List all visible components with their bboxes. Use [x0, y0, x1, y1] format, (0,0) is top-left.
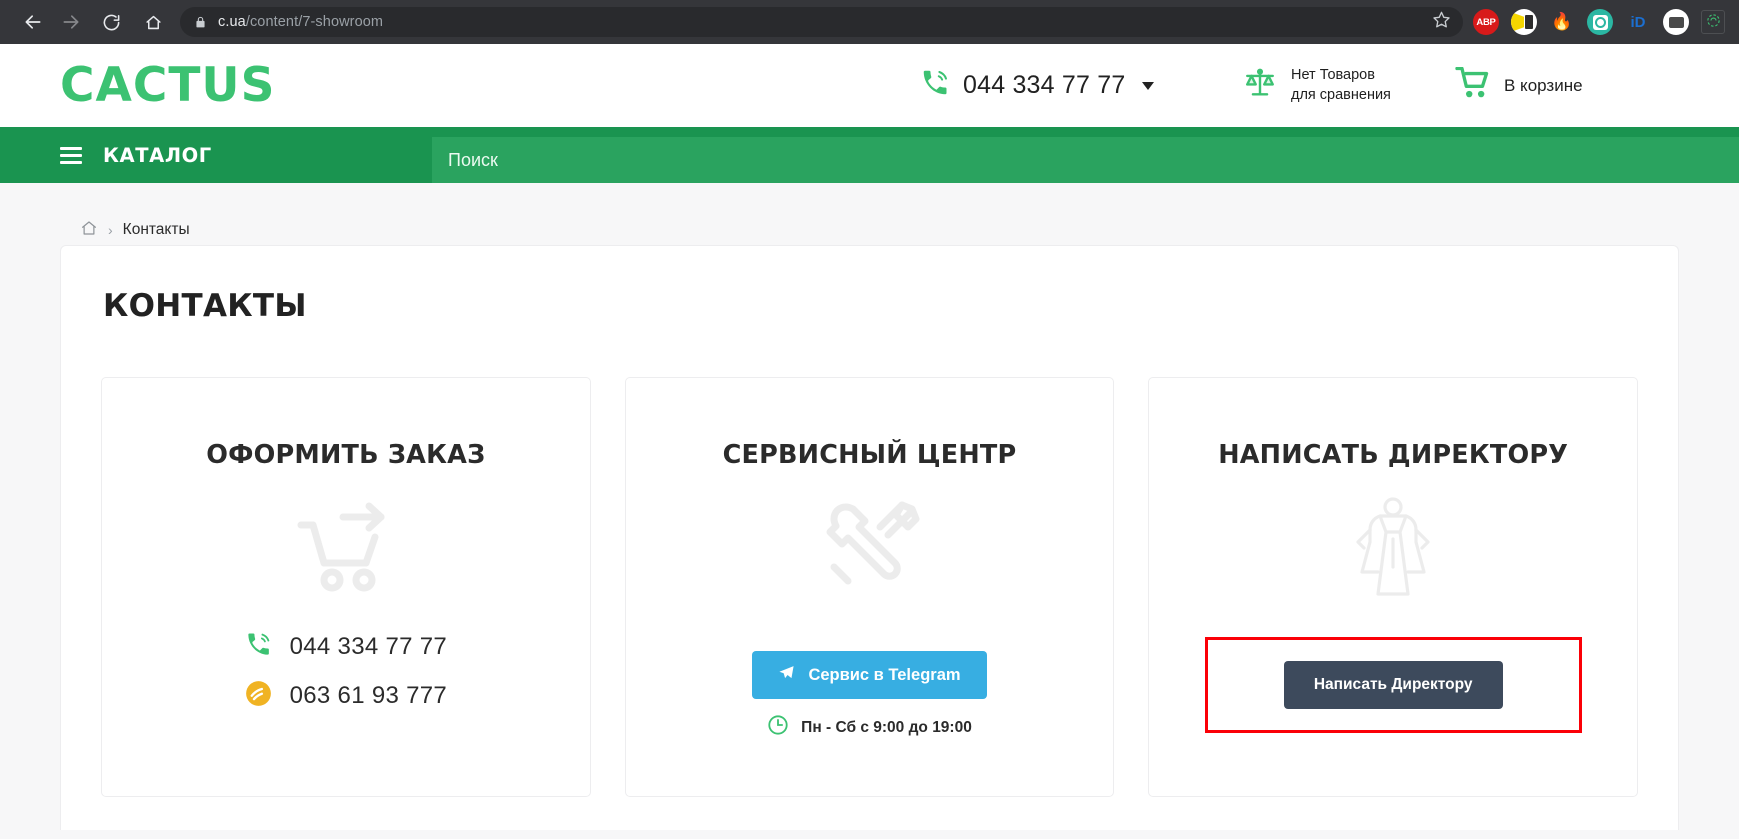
page-body: › Контакты КОНТАКТЫ ОФОРМИТЬ ЗАКАЗ 044 3…	[0, 183, 1739, 839]
recorder-extension[interactable]	[1701, 10, 1725, 34]
header-phone[interactable]: 044 334 77 77	[920, 68, 1155, 103]
extensions-toolbar: ABP 🔥 iD	[1473, 9, 1729, 35]
card-title: НАПИСАТЬ ДИРЕКТОРУ	[1218, 440, 1569, 470]
home-icon	[144, 13, 163, 32]
adblock-plus-extension[interactable]: ABP	[1473, 9, 1499, 35]
forward-button[interactable]	[54, 5, 88, 39]
write-director-button[interactable]: Написать Директору	[1283, 661, 1503, 710]
extension-label: ABP	[1476, 16, 1496, 28]
gear-icon	[1592, 14, 1608, 30]
catalog-button[interactable]: КАТАЛОГ	[0, 127, 432, 183]
teal-extension[interactable]	[1587, 9, 1613, 35]
telegram-service-button[interactable]: Сервис в Telegram	[752, 651, 987, 700]
telegram-button-label: Сервис в Telegram	[808, 665, 961, 684]
extension-label: 🔥	[1551, 12, 1573, 31]
chevron-down-icon[interactable]	[1142, 81, 1155, 90]
highlight-box: Написать Директору	[1204, 637, 1582, 734]
url-path: /content/7-showroom	[245, 14, 384, 30]
home-button[interactable]	[136, 5, 170, 39]
breadcrumb-current: Контакты	[122, 221, 190, 238]
card-extension[interactable]	[1663, 9, 1689, 35]
url-text: c.ua/content/7-showroom	[218, 14, 383, 30]
identity-extension[interactable]: iD	[1625, 9, 1651, 35]
search-placeholder: Поиск	[448, 149, 498, 170]
breadcrumb: › Контакты	[0, 183, 1739, 245]
card-title: СЕРВИСНЫЙ ЦЕНТР	[722, 440, 1017, 470]
page-title: КОНТАКТЫ	[103, 288, 307, 324]
site-logo[interactable]: CACTUS	[60, 58, 275, 113]
site-header: CACTUS 044 334 77 77 Нет Товаров для сра…	[0, 44, 1739, 127]
clock-icon	[767, 714, 789, 741]
superhero-icon	[1350, 493, 1436, 601]
search-field[interactable]: Поиск	[432, 137, 1739, 183]
card-write-director: НАПИСАТЬ ДИРЕКТОРУ Написать Директору	[1148, 377, 1639, 797]
cart-icon	[1455, 66, 1491, 104]
reload-button[interactable]	[94, 5, 128, 39]
phone-number: 044 334 77 77	[289, 633, 448, 661]
lastpass-extension[interactable]	[1511, 9, 1537, 35]
address-bar[interactable]: c.ua/content/7-showroom	[180, 7, 1463, 37]
compare-label: Нет Товаров для сравнения	[1291, 66, 1391, 103]
fire-extension[interactable]: 🔥	[1549, 9, 1575, 35]
card-title: ОФОРМИТЬ ЗАКАЗ	[206, 440, 486, 470]
phone-row[interactable]: 044 334 77 77	[245, 631, 447, 663]
search-area: Поиск	[432, 127, 1739, 183]
arrow-right-icon	[61, 12, 81, 32]
cart-widget[interactable]: В корзине	[1455, 66, 1583, 104]
working-hours: Пн - Сб с 9:00 до 19:00	[767, 714, 972, 741]
cart-label: В корзине	[1504, 75, 1583, 95]
catalog-label: КАТАЛОГ	[103, 143, 212, 167]
hamburger-icon	[60, 146, 82, 164]
home-icon[interactable]	[80, 219, 98, 242]
card-service-center: СЕРВИСНЫЙ ЦЕНТР Сервис в Telegram Пн - С…	[624, 377, 1115, 797]
card-order: ОФОРМИТЬ ЗАКАЗ 044 334 77 77 063 61 93 7…	[101, 377, 591, 797]
header-phone-number: 044 334 77 77	[963, 71, 1126, 99]
wrench-screwdriver-icon	[818, 493, 922, 601]
extension-label: iD	[1630, 13, 1646, 31]
contact-cards: ОФОРМИТЬ ЗАКАЗ 044 334 77 77 063 61 93 7…	[81, 377, 1658, 797]
viber-icon	[245, 680, 272, 712]
recorder-icon	[1706, 13, 1721, 31]
url-host: c.ua	[218, 14, 246, 30]
compare-widget[interactable]: Нет Товаров для сравнения	[1243, 66, 1403, 105]
back-button[interactable]	[16, 5, 50, 39]
phone-list: 044 334 77 77 063 61 93 777	[245, 631, 447, 712]
working-hours-label: Пн - Сб с 9:00 до 19:00	[801, 718, 972, 736]
contacts-panel: КОНТАКТЫ ОФОРМИТЬ ЗАКАЗ 044 334 77 77 06…	[60, 245, 1679, 830]
lock-icon	[194, 15, 207, 30]
phone-row[interactable]: 063 61 93 777	[245, 680, 447, 712]
phone-green-icon	[245, 631, 272, 663]
browser-toolbar: c.ua/content/7-showroom ABP 🔥 iD	[0, 0, 1739, 44]
breadcrumb-separator: ›	[108, 222, 113, 238]
telegram-icon	[778, 664, 795, 686]
phone-icon	[920, 68, 950, 103]
bookmark-button[interactable]	[1427, 8, 1455, 36]
phone-number: 063 61 93 777	[289, 682, 448, 710]
arrow-left-icon	[23, 12, 43, 32]
shopping-cart-arrow-icon	[291, 493, 401, 601]
primary-nav: КАТАЛОГ Поиск	[0, 127, 1739, 183]
card-icon	[1668, 16, 1684, 28]
reload-icon	[102, 13, 121, 32]
scales-icon	[1243, 66, 1277, 105]
star-icon	[1432, 10, 1451, 34]
